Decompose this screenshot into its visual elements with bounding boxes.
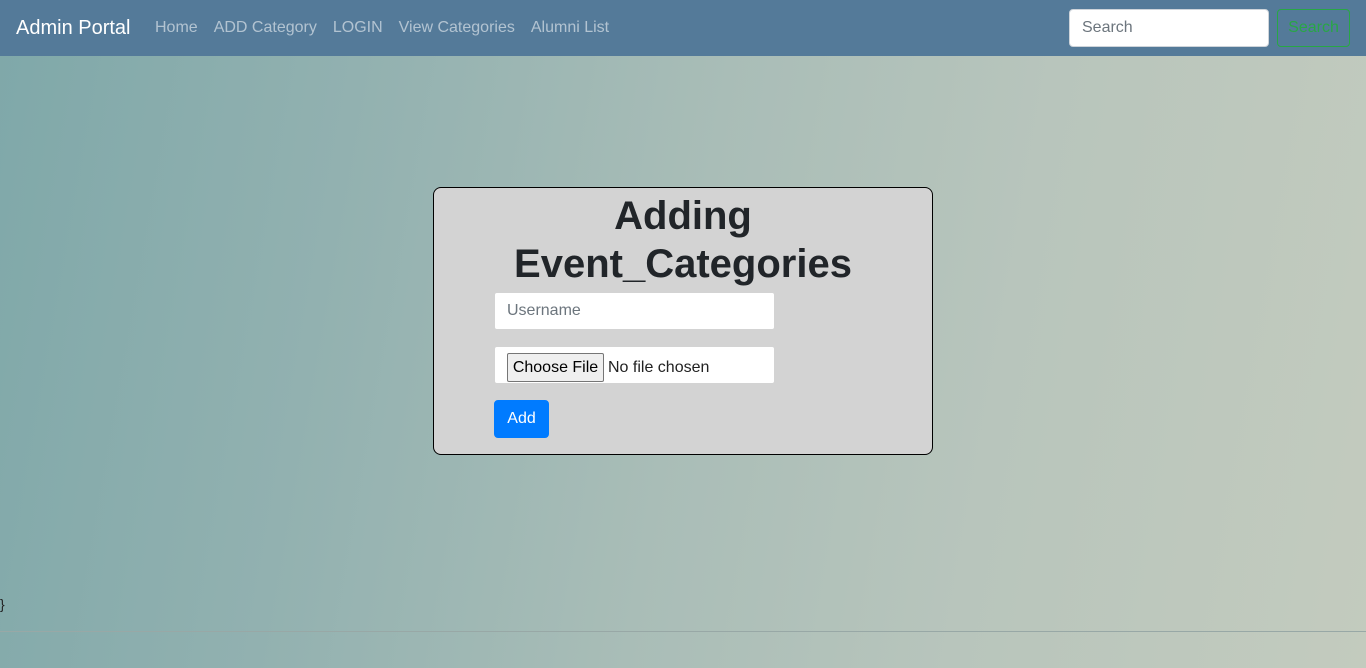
stray-text: } (0, 596, 5, 612)
nav-link-home[interactable]: Home (147, 19, 206, 37)
nav-link-view-categories[interactable]: View Categories (391, 19, 523, 37)
search-input[interactable] (1069, 9, 1269, 47)
add-button[interactable]: Add (494, 400, 549, 438)
nav-link-login[interactable]: LOGIN (325, 19, 391, 37)
nav-links: Home ADD Category LOGIN View Categories … (147, 0, 617, 56)
nav-link-add-category[interactable]: ADD Category (206, 19, 325, 37)
brand-link[interactable]: Admin Portal (16, 15, 131, 41)
footer-divider (0, 631, 1366, 632)
add-category-card: Adding Event_Categories Choose File No f… (433, 187, 933, 455)
navbar: Admin Portal Home ADD Category LOGIN Vie… (0, 0, 1366, 56)
username-input[interactable] (495, 293, 774, 329)
file-status-text: No file chosen (608, 359, 710, 376)
form-title-line-2: Event_Categories (514, 242, 852, 286)
search-button[interactable]: Search (1277, 9, 1350, 47)
form-title-line-1: Adding (614, 194, 752, 238)
form-title: Adding Event_Categories (434, 192, 932, 288)
file-input[interactable]: Choose File No file chosen (495, 347, 774, 383)
choose-file-button[interactable]: Choose File (507, 353, 604, 382)
nav-link-alumni-list[interactable]: Alumni List (523, 19, 617, 37)
